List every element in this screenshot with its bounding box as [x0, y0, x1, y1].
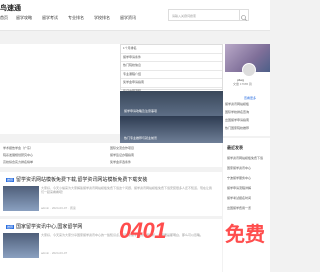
article-summary: 大家好，今天小编来为大家解答留学资讯网站模板免费下载这个问题，留学资讯网站模板免… — [41, 186, 213, 194]
sidebar-link[interactable]: 留学资讯网站模板 — [225, 100, 270, 108]
top-navigation-bar: 鸟速通 首页 留学攻略 留学考试 专业排名 学校排名 留学资讯 请输入关键词搜索 — [0, 0, 270, 31]
quick-link[interactable]: 高校综合实力排名榜单 — [3, 160, 33, 164]
nav-item-guide[interactable]: 留学攻略 — [16, 15, 32, 21]
watermark-text: 免费 — [225, 224, 265, 246]
hero-image-2[interactable]: 热门专业推荐与就业前景 — [120, 116, 223, 143]
article-card[interactable]: 推荐 国家留学资讯中心,国家留学网 大家好，今天来为大家分享国家留学资讯中心的一些… — [0, 219, 222, 272]
avatar[interactable] — [242, 63, 256, 77]
quick-link[interactable]: 留学签证办理指南 — [110, 153, 134, 157]
table-row[interactable]: 专业课程介绍 — [121, 71, 222, 80]
article-badge: 推荐 — [6, 178, 15, 182]
article-thumbnail[interactable] — [3, 233, 39, 258]
recent-post-item[interactable]: 出国留学费用一览 — [227, 206, 251, 210]
article-card[interactable]: 推荐 留学资讯网站模板免费下载,留学资讯网站模板免费下载安装 大家好，今天小编来为… — [0, 172, 222, 216]
table-row[interactable]: 奖学金申请指南 — [121, 79, 222, 88]
table-row[interactable]: 1个月排名 — [121, 45, 222, 54]
article-thumbnail[interactable] — [3, 186, 39, 211]
quick-link[interactable]: 学术报告学会（广东） — [3, 146, 33, 150]
site-logo[interactable]: 鸟速通 — [0, 3, 21, 13]
search-button[interactable] — [239, 9, 249, 21]
nav-item-major[interactable]: 专业排名 — [68, 15, 84, 21]
recent-post-item[interactable]: 国家留学资讯中心 — [227, 166, 251, 170]
watermark-number: 0401 — [119, 218, 166, 243]
nav-item-news[interactable]: 留学资讯 — [120, 15, 136, 21]
article-badge: 推荐 — [6, 225, 15, 229]
quick-link[interactable]: 奖学金评选条件 — [110, 160, 131, 164]
recent-post-item[interactable]: 宁波留学服务中心 — [227, 176, 251, 180]
article-title[interactable]: 推荐 国家留学资讯中心,国家留学网 — [6, 223, 82, 230]
sidebar-link-list: 留学资讯网站模板 国际学校排名查询 出国留学申请指南 热门国家院校推荐 — [225, 100, 270, 132]
article-meta: admin · 2024-03-07 — [41, 251, 68, 255]
quick-link[interactable]: 国际交流合作项目 — [110, 146, 134, 150]
article-title-text[interactable]: 留学资讯网站模板免费下载,留学资讯网站模板免费下载安装 — [16, 177, 147, 183]
sidebar-link[interactable]: 热门国家院校推荐 — [225, 124, 270, 132]
table-row[interactable]: 热门院校信息 — [121, 62, 222, 71]
recent-posts-title: 最近发表 — [227, 145, 243, 150]
table-row[interactable]: 留学申请条件 — [121, 54, 222, 63]
article-title-text[interactable]: 国家留学资讯中心,国家留学网 — [16, 224, 82, 230]
recent-post-item[interactable]: 留学资讯网站模板免费下载 — [227, 156, 263, 160]
hero-caption: 热门专业推荐与就业前景 — [124, 136, 158, 140]
profile-stats: 文章 17965 篇 — [233, 82, 253, 86]
hero-image-1[interactable]: 留学申请攻略及注意事项 — [120, 91, 223, 116]
search-input[interactable]: 请输入关键词搜索 — [168, 9, 240, 21]
quick-link[interactable]: 院系发展规划研究中心 — [3, 153, 33, 157]
nav-item-school[interactable]: 学校排名 — [94, 15, 110, 21]
quick-links: 学术报告学会（广东） 院系发展规划研究中心 高校综合实力排名榜单 国际交流合作项… — [0, 143, 222, 167]
info-table: 1个月排名 留学申请条件 热门院校信息 专业课程介绍 奖学金申请指南 签证办理流… — [120, 44, 223, 97]
article-meta: admin · 2024-03-07 · 阅读 — [41, 206, 76, 210]
nav-item-home[interactable]: 首页 — [0, 15, 8, 21]
nav-item-exam[interactable]: 留学考试 — [42, 15, 58, 21]
search-icon — [241, 15, 247, 21]
hero-caption: 留学申请攻略及注意事项 — [124, 109, 158, 113]
article-title[interactable]: 推荐 留学资讯网站模板免费下载,留学资讯网站模板免费下载安装 — [6, 176, 147, 183]
sidebar-link[interactable]: 出国留学申请指南 — [225, 116, 270, 124]
sidebar-link[interactable]: 国际学校排名查询 — [225, 108, 270, 116]
recent-post-item[interactable]: 留学考试报名时间 — [227, 196, 251, 200]
recent-post-item[interactable]: 留学申请流程详解 — [227, 186, 251, 190]
